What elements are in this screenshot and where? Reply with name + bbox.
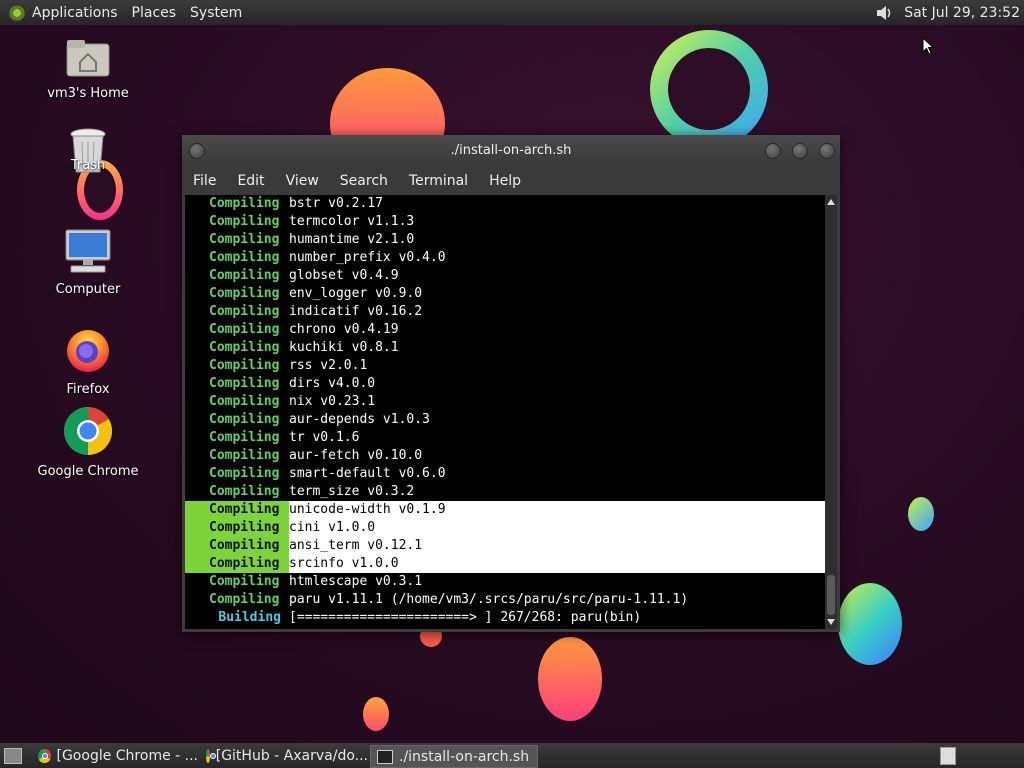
home-folder-desktop-icon[interactable]: vm3's Home [33,38,143,101]
menu-edit[interactable]: Edit [237,173,264,189]
menubar: File Edit View Search Terminal Help [182,167,840,195]
scrollbar-thumb[interactable] [827,575,835,615]
scroll-down-arrow-icon[interactable] [827,619,835,625]
terminal-line-selected: Compiling srcinfo v1.0.0 [185,555,825,573]
trash-label: Trash [70,158,106,173]
chrome-icon [206,748,216,763]
volume-icon[interactable] [874,3,894,23]
terminal-line: Compiling termcolor v1.1.3 [209,214,415,229]
chrome-icon [38,748,51,763]
wallpaper-shape [363,697,389,731]
wallpaper-shape [838,583,902,665]
menu-search[interactable]: Search [340,173,388,189]
terminal-progress-line: Building [======================> ] 267/2… [218,610,642,625]
firefox-desktop-icon[interactable]: Firefox [33,326,143,397]
window-titlebar[interactable]: ./install-on-arch.sh [182,135,840,167]
terminal-line: Compiling env_logger v0.9.0 [209,286,423,301]
computer-icon [65,229,111,273]
terminal-line: Compiling humantime v2.1.0 [209,232,415,247]
terminal-line-selected: Compiling cini v1.0.0 [185,519,825,537]
maximize-button[interactable] [792,143,808,159]
home-folder-icon [66,40,110,77]
show-desktop-icon[interactable] [4,748,22,764]
firefox-icon [67,330,109,372]
terminal-window[interactable]: ./install-on-arch.sh File Edit View Sear… [182,135,840,632]
terminal-line: Compiling aur-fetch v0.10.0 [209,448,423,463]
applications-menu[interactable]: Applications [32,5,118,21]
computer-desktop-icon[interactable]: Computer [33,228,143,297]
terminal-scrollbar[interactable] [825,195,837,629]
top-panel: Applications Places System Sat Jul 29, 2… [0,0,1024,25]
computer-label: Computer [55,282,121,297]
taskbar-item-chrome-1[interactable]: [Google Chrome - ... [34,745,198,766]
terminal-line: Compiling term_size v0.3.2 [209,484,415,499]
close-button[interactable] [819,143,835,159]
menu-help[interactable]: Help [489,173,521,189]
mouse-cursor-icon [922,37,934,55]
terminal-line-selected: Compiling unicode-width v0.1.9 [185,501,825,519]
places-menu[interactable]: Places [132,5,177,21]
terminal-line: Compiling smart-default v0.6.0 [209,466,446,481]
terminal-line: Compiling paru v1.11.1 (/home/vm3/.srcs/p… [209,592,689,607]
terminal-line: Compiling chrono v0.4.19 [209,322,399,337]
wallpaper-shape [908,497,934,531]
terminal-line: Compiling rss v2.0.1 [209,358,368,373]
wallpaper-shape [538,637,602,721]
taskbar-item-label: ./install-on-arch.sh [399,748,530,765]
terminal-line: Compiling kuchiki v0.8.1 [209,340,399,355]
taskbar-item-terminal[interactable]: ./install-on-arch.sh [370,745,538,768]
trash-desktop-icon[interactable]: Trash [33,128,143,173]
terminal-line: Compiling tr v0.1.6 [209,430,360,445]
window-title: ./install-on-arch.sh [450,143,572,158]
home-folder-label: vm3's Home [47,86,129,101]
taskbar-item-chrome-2[interactable]: [GitHub - Axarva/do... [202,745,368,766]
terminal-output[interactable]: Compiling bstr v0.2.17 Compiling termcolor… [185,195,825,629]
terminal-line: Compiling indicatif v0.16.2 [209,304,423,319]
minimize-button[interactable] [765,143,781,159]
terminal-line: Compiling dirs v4.0.0 [209,376,376,391]
chrome-icon [63,407,113,455]
bottom-panel: [Google Chrome - ... [GitHub - Axarva/do… [0,743,1024,768]
chrome-label: Google Chrome [37,464,139,479]
scroll-up-arrow-icon[interactable] [827,199,835,205]
terminal-line-selected: Compiling ansi_term v0.12.1 [185,537,825,555]
clock[interactable]: Sat Jul 29, 23:52 [904,5,1020,21]
trash-applet-icon[interactable] [940,747,956,765]
firefox-label: Firefox [66,382,110,397]
menu-file[interactable]: File [193,173,216,189]
menu-view[interactable]: View [286,173,319,189]
distro-logo-icon[interactable] [8,3,26,22]
terminal-line: Compiling number_prefix v0.4.0 [209,250,446,265]
terminal-line: Compiling nix v0.23.1 [209,394,376,409]
wallpaper-shape [650,30,768,148]
terminal-line: Compiling htmlescape v0.3.1 [209,574,423,589]
terminal-line: Compiling aur-depends v1.0.3 [209,412,430,427]
menu-terminal[interactable]: Terminal [409,173,468,189]
system-menu[interactable]: System [190,5,242,21]
taskbar-item-label: [Google Chrome - ... [56,747,199,764]
taskbar-item-label: [GitHub - Axarva/do... [215,747,368,764]
terminal-line: Compiling bstr v0.2.17 [209,196,383,211]
terminal-icon [377,749,393,764]
chrome-desktop-icon[interactable]: Google Chrome [33,406,143,479]
terminal-line: Compiling globset v0.4.9 [209,268,399,283]
